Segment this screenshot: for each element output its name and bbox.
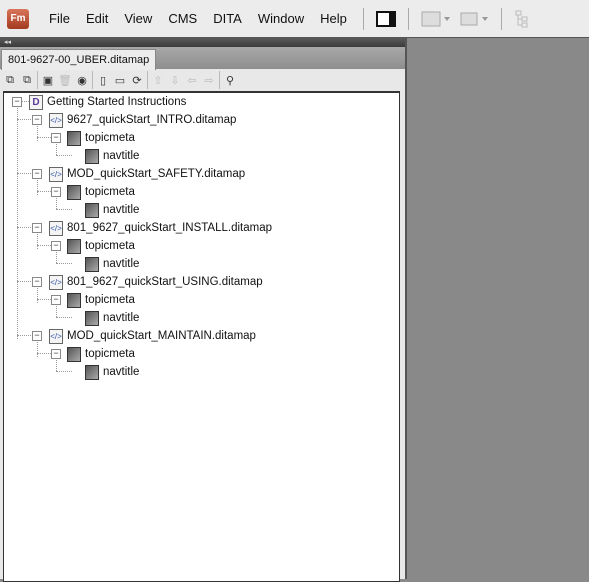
tree-item-map[interactable]: </> MOD_quickStart_SAFETY.ditamap — [49, 165, 245, 183]
menu-edit[interactable]: Edit — [78, 11, 116, 26]
tree-item-topicmeta[interactable]: topicmeta — [67, 237, 135, 255]
element-icon — [85, 256, 99, 272]
insert-after-icon[interactable]: ⧉ — [20, 73, 34, 87]
preview-icon[interactable]: ◉ — [75, 73, 89, 87]
save-icon[interactable]: ▣ — [41, 73, 55, 87]
structure-view-icon[interactable] — [514, 10, 530, 28]
tree-item-topicmeta[interactable]: topicmeta — [67, 183, 135, 201]
collapse-toggle[interactable]: − — [32, 331, 42, 341]
tree-item-map[interactable]: </> 801_9627_quickStart_INSTALL.ditamap — [49, 219, 272, 237]
collapse-toggle[interactable]: − — [51, 295, 61, 305]
collapse-toggle[interactable]: − — [32, 169, 42, 179]
tree-item-label: navtitle — [103, 366, 140, 378]
collapse-toggle[interactable]: − — [51, 133, 61, 143]
menu-dita[interactable]: DITA — [205, 11, 250, 26]
screen-mode-icon[interactable] — [459, 11, 489, 27]
element-icon — [85, 310, 99, 326]
element-icon — [67, 238, 81, 254]
tree-item-navtitle[interactable]: navtitle — [85, 363, 139, 381]
collapse-toggle[interactable]: − — [32, 115, 42, 125]
tree-item-map[interactable]: </> MOD_quickStart_MAINTAIN.ditamap — [49, 327, 256, 345]
element-icon — [85, 148, 99, 164]
tree-item-label: navtitle — [103, 150, 140, 162]
tree-item-label: topicmeta — [85, 348, 135, 360]
panel-collapse-button[interactable]: ◂◂ — [0, 38, 405, 47]
element-icon — [67, 346, 81, 362]
tree-item-root[interactable]: D Getting Started Instructions — [29, 93, 186, 111]
menu-window[interactable]: Window — [250, 11, 312, 26]
ditamap-file-icon: </> — [49, 328, 63, 344]
tree-item-map[interactable]: </> 801_9627_quickStart_USING.ditamap — [49, 273, 263, 291]
search-icon[interactable]: ⚲ — [223, 73, 237, 87]
tree-item-navtitle[interactable]: navtitle — [85, 147, 139, 165]
menu-file[interactable]: File — [41, 11, 78, 26]
tree-item-label: MOD_quickStart_MAINTAIN.ditamap — [67, 330, 256, 342]
menu-view[interactable]: View — [116, 11, 160, 26]
delete-icon[interactable]: 🗑 — [58, 73, 72, 87]
element-icon — [67, 292, 81, 308]
tree-item-topicmeta[interactable]: topicmeta — [67, 345, 135, 363]
tree-item-topicmeta[interactable]: topicmeta — [67, 291, 135, 309]
collapse-toggle[interactable]: − — [51, 241, 61, 251]
tree-item-label: Getting Started Instructions — [47, 96, 187, 108]
tree-item-topicmeta[interactable]: topicmeta — [67, 129, 135, 147]
ditamap-panel: ◂◂ 801-9627-00_UBER.ditamap ⧉ ⧉ ▣ 🗑 ◉ ▯ … — [0, 38, 407, 582]
framemaker-logo: Fm — [7, 8, 29, 29]
collapse-toggle[interactable]: − — [51, 187, 61, 197]
open-document-icon[interactable]: ▭ — [113, 73, 127, 87]
tree-item-label: navtitle — [103, 258, 140, 270]
element-icon — [85, 202, 99, 218]
tree-item-label: MOD_quickStart_SAFETY.ditamap — [67, 168, 246, 180]
move-right-icon[interactable]: ⇨ — [202, 73, 216, 87]
element-icon — [85, 364, 99, 380]
ditamap-icon: D — [29, 94, 43, 110]
menu-cms[interactable]: CMS — [160, 11, 205, 26]
ditamap-tree: − D Getting Started Instructions − </> 9… — [3, 91, 400, 582]
separator — [37, 71, 38, 89]
tree-item-label: topicmeta — [85, 132, 135, 144]
tree-item-navtitle[interactable]: navtitle — [85, 201, 139, 219]
panel-toolbar: ⧉ ⧉ ▣ 🗑 ◉ ▯ ▭ ⟳ ⇧ ⇩ ⇦ ⇨ ⚲ — [0, 69, 405, 91]
panel-layout-icon[interactable] — [375, 10, 396, 27]
collapse-toggle[interactable]: − — [12, 97, 22, 107]
tree-item-label: 801_9627_quickStart_INSTALL.ditamap — [67, 222, 273, 234]
collapse-toggle[interactable]: − — [32, 277, 42, 287]
ditamap-file-icon: </> — [49, 166, 63, 182]
tree-item-navtitle[interactable]: navtitle — [85, 255, 139, 273]
collapse-toggle[interactable]: − — [51, 349, 61, 359]
tree-item-label: navtitle — [103, 312, 140, 324]
ditamap-file-icon: </> — [49, 220, 63, 236]
separator — [500, 7, 502, 30]
tab-ditamap[interactable]: 801-9627-00_UBER.ditamap — [1, 49, 157, 70]
tree-item-navtitle[interactable]: navtitle — [85, 309, 139, 327]
separator — [147, 71, 148, 89]
tree-item-label: topicmeta — [85, 240, 135, 252]
tree-item-label: 9627_quickStart_INTRO.ditamap — [67, 114, 237, 126]
menu-bar: Fm File Edit View CMS DITA Window Help — [0, 0, 589, 38]
separator — [92, 71, 93, 89]
move-down-icon[interactable]: ⇩ — [168, 73, 182, 87]
tree-item-label: navtitle — [103, 204, 140, 216]
refresh-document-icon[interactable]: ⟳ — [130, 73, 144, 87]
move-up-icon[interactable]: ⇧ — [151, 73, 165, 87]
move-left-icon[interactable]: ⇦ — [185, 73, 199, 87]
tree-item-label: 801_9627_quickStart_USING.ditamap — [67, 276, 263, 288]
workspace-layout-icon[interactable] — [421, 11, 451, 27]
element-icon — [67, 130, 81, 146]
tree-item-label: topicmeta — [85, 294, 135, 306]
ditamap-file-icon: </> — [49, 274, 63, 290]
collapse-toggle[interactable]: − — [32, 223, 42, 233]
new-document-icon[interactable]: ▯ — [96, 73, 110, 87]
separator — [407, 7, 409, 30]
tree-item-label: topicmeta — [85, 186, 135, 198]
menu-help[interactable]: Help — [312, 11, 355, 26]
element-icon — [67, 184, 81, 200]
separator — [219, 71, 220, 89]
tab-bar: 801-9627-00_UBER.ditamap — [0, 47, 405, 70]
separator — [362, 7, 364, 30]
tree-item-map[interactable]: </> 9627_quickStart_INTRO.ditamap — [49, 111, 236, 129]
insert-before-icon[interactable]: ⧉ — [3, 73, 17, 87]
ditamap-file-icon: </> — [49, 112, 63, 128]
